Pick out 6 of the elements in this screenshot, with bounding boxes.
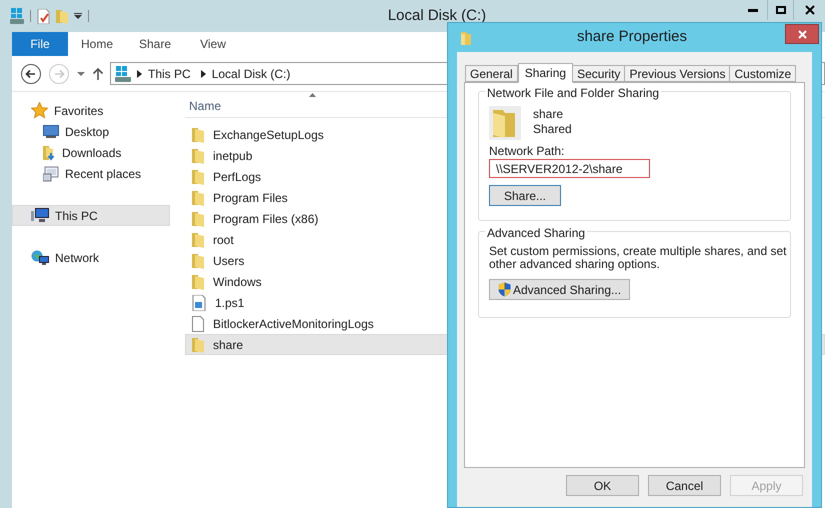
dialog-title: share Properties	[576, 27, 688, 48]
description-text: Set custom permissions, create multiple shares, and set other advanced sharing options.	[489, 245, 788, 271]
folder-name: share	[533, 107, 564, 122]
network-path-label: Network Path:	[489, 145, 566, 158]
window-title: Local Disk (C:)	[388, 6, 486, 26]
share-status: Shared	[533, 122, 572, 137]
